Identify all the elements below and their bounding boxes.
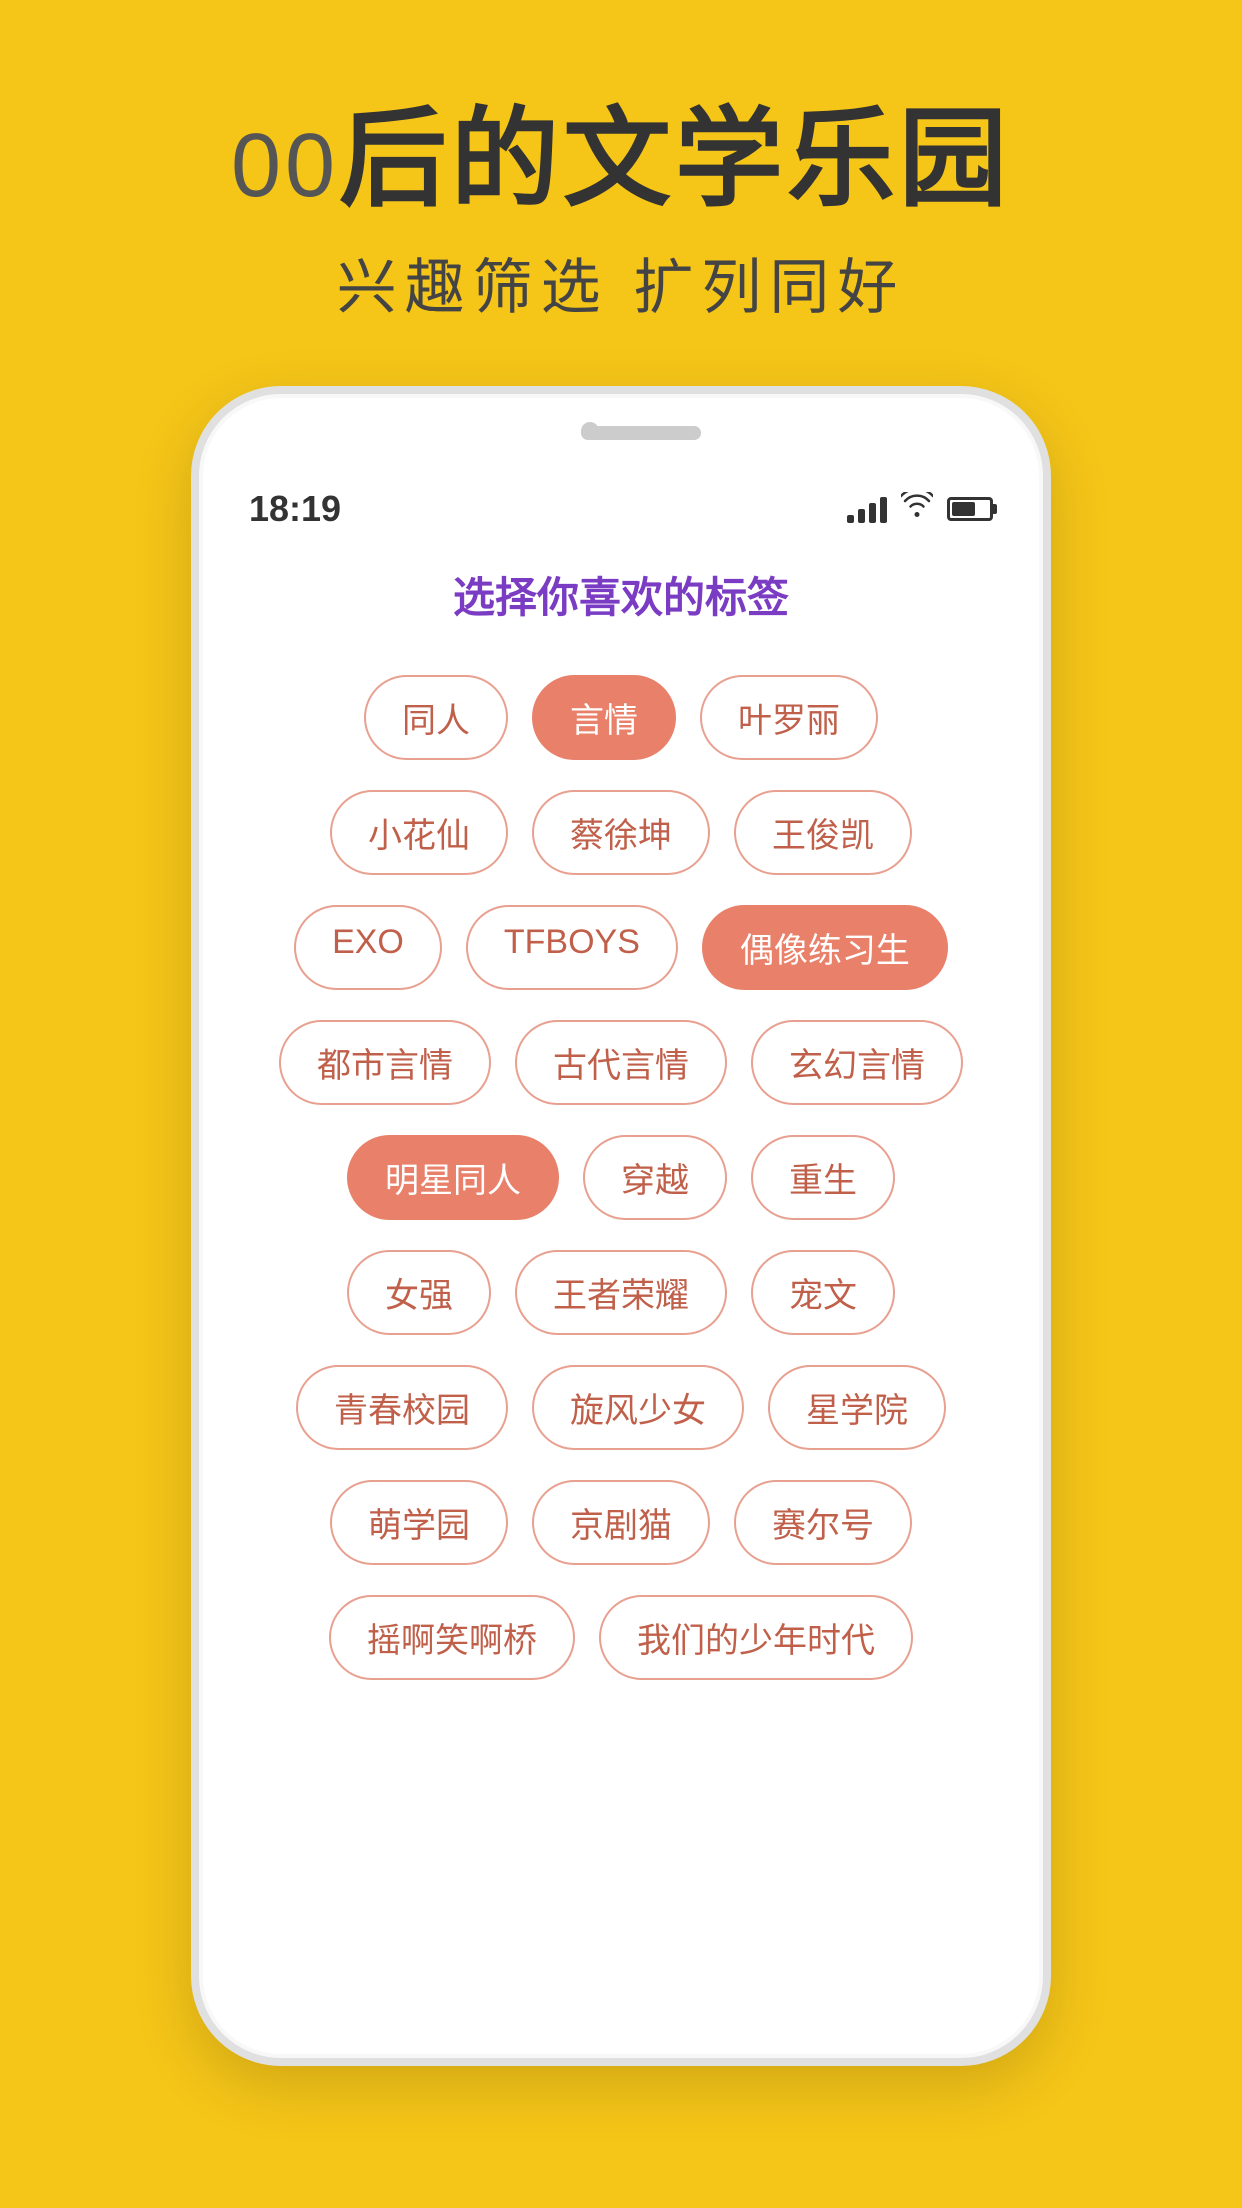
tag-8-0[interactable]: 摇啊笑啊桥 [329,1595,575,1680]
status-bar: 18:19 [199,474,1043,544]
tag-6-0[interactable]: 青春校园 [296,1365,508,1450]
tags-row-0: 同人言情叶罗丽 [364,675,878,760]
tag-7-2[interactable]: 赛尔号 [734,1480,912,1565]
tags-container: 同人言情叶罗丽小花仙蔡徐坤王俊凯EXOTFBOYS偶像练习生都市言情古代言情玄幻… [249,675,993,1680]
battery-icon [947,497,993,521]
tags-row-1: 小花仙蔡徐坤王俊凯 [330,790,912,875]
signal-icon [847,495,887,523]
tag-5-1[interactable]: 王者荣耀 [515,1250,727,1335]
tags-row-5: 女强王者荣耀宠文 [347,1250,895,1335]
tags-row-6: 青春校园旋风少女星学院 [296,1365,946,1450]
tag-1-2[interactable]: 王俊凯 [734,790,912,875]
tag-7-1[interactable]: 京剧猫 [532,1480,710,1565]
status-time: 18:19 [249,488,341,530]
header-section: 00后的文学乐园 兴趣筛选 扩列同好 [0,0,1242,386]
tag-6-1[interactable]: 旋风少女 [532,1365,744,1450]
tags-row-8: 摇啊笑啊桥我们的少年时代 [329,1595,913,1680]
status-icons [847,492,993,525]
phone-notch [199,394,1043,474]
tags-row-7: 萌学园京剧猫赛尔号 [330,1480,912,1565]
phone-content[interactable]: 选择你喜欢的标签 同人言情叶罗丽小花仙蔡徐坤王俊凯EXOTFBOYS偶像练习生都… [199,544,1043,2058]
wifi-icon [901,492,933,525]
phone-speaker [581,426,701,440]
tag-7-0[interactable]: 萌学园 [330,1480,508,1565]
tag-0-1[interactable]: 言情 [532,675,676,760]
tag-0-0[interactable]: 同人 [364,675,508,760]
tag-1-0[interactable]: 小花仙 [330,790,508,875]
tag-4-0[interactable]: 明星同人 [347,1135,559,1220]
tag-0-2[interactable]: 叶罗丽 [700,675,878,760]
tag-6-2[interactable]: 星学院 [768,1365,946,1450]
tag-4-2[interactable]: 重生 [751,1135,895,1220]
title-text: 后的文学乐园 [339,98,1011,219]
page-title: 选择你喜欢的标签 [249,564,993,625]
tag-8-1[interactable]: 我们的少年时代 [599,1595,913,1680]
tags-row-4: 明星同人穿越重生 [347,1135,895,1220]
tag-5-0[interactable]: 女强 [347,1250,491,1335]
tag-2-0[interactable]: EXO [294,905,442,990]
tag-4-1[interactable]: 穿越 [583,1135,727,1220]
subtitle: 兴趣筛选 扩列同好 [337,239,906,326]
tag-5-2[interactable]: 宠文 [751,1250,895,1335]
title-prefix: 00 [231,116,339,216]
main-title: 00后的文学乐园 [231,100,1011,219]
tag-3-0[interactable]: 都市言情 [279,1020,491,1105]
tag-2-1[interactable]: TFBOYS [466,905,678,990]
phone-mockup: 18:19 选择你喜欢的标签 同人 [191,386,1051,2066]
tags-row-2: EXO TFBOYS 偶像练习生 [294,905,948,990]
tag-2-2[interactable]: 偶像练习生 [702,905,948,990]
tags-row-3: 都市言情古代言情玄幻言情 [279,1020,963,1105]
tag-1-1[interactable]: 蔡徐坤 [532,790,710,875]
tag-3-2[interactable]: 玄幻言情 [751,1020,963,1105]
tag-3-1[interactable]: 古代言情 [515,1020,727,1105]
